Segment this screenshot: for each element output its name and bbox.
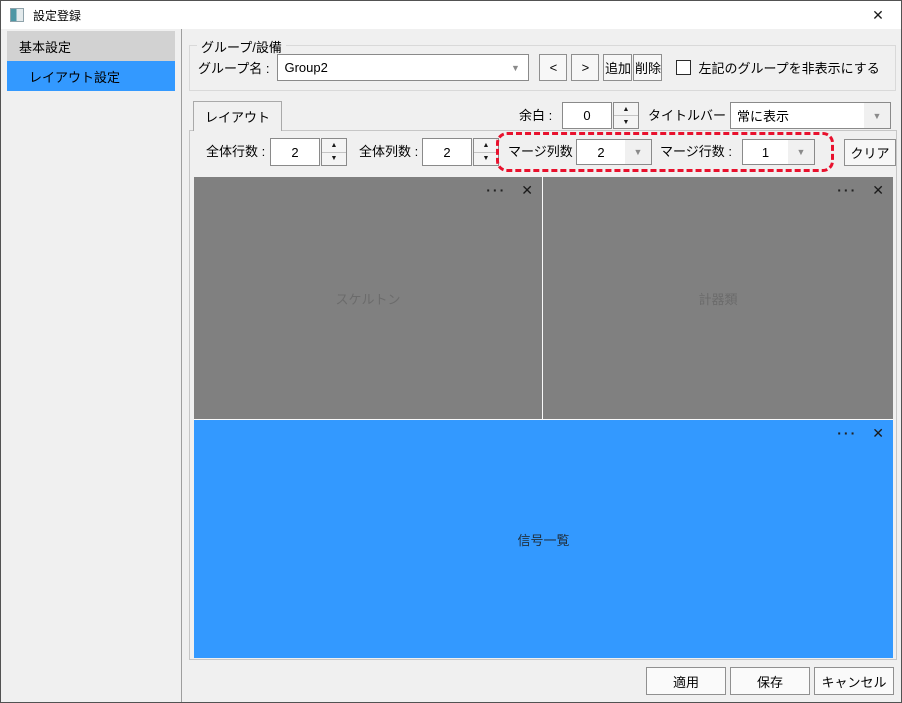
titlebar-mode-label: タイトルバー : [648, 108, 734, 123]
group-name-label: グループ名 : [198, 61, 270, 76]
add-group-button[interactable]: 追加 [603, 54, 633, 81]
titlebar-mode-combo[interactable]: 常に表示 ▼ [730, 102, 891, 129]
panel-label: 計器類 [698, 291, 738, 307]
hide-group-checkbox[interactable] [676, 60, 692, 75]
merge-cols-label: マージ列数 : [508, 144, 580, 159]
spin-up-icon[interactable]: ▲ [614, 103, 638, 115]
group-name-value: Group2 [284, 60, 328, 75]
settings-dialog: 設定登録 ✕ 基本設定 レイアウト設定 グループ/設備 グループ名 : Grou… [0, 0, 902, 703]
chevron-down-icon: ▼ [502, 55, 529, 80]
cancel-button[interactable]: キャンセル [814, 667, 894, 695]
title-bar: 設定登録 ✕ [1, 1, 901, 29]
merge-rows-value: 1 [761, 144, 770, 160]
layout-tab-content: 全体行数 : 2 ▲ ▼ 全体列数 : 2 ▲ ▼ マージ列数 : 2 ▼ マー… [189, 130, 897, 660]
spin-down-icon[interactable]: ▼ [614, 115, 638, 128]
chevron-down-icon: ▼ [788, 140, 814, 164]
hide-group-checkbox-label: 左記のグループを非表示にする [698, 61, 880, 76]
margin-spinner[interactable]: 0 ▲ ▼ [562, 102, 639, 129]
margin-spin-buttons: ▲ ▼ [613, 102, 639, 129]
total-rows-spin-buttons: ▲ ▼ [321, 138, 347, 166]
sidebar: 基本設定 レイアウト設定 [1, 29, 182, 702]
panel-controls: ··· ✕ [837, 180, 884, 200]
merge-rows-combo[interactable]: 1 ▼ [742, 139, 815, 165]
panel-label: スケルトン [335, 291, 401, 307]
margin-label: 余白 : [519, 108, 553, 123]
panel-controls: ··· ✕ [837, 423, 884, 443]
tab-layout[interactable]: レイアウト [193, 101, 282, 131]
panel-instruments[interactable]: 計器類 ··· ✕ [543, 177, 893, 419]
total-rows-value: 2 [270, 138, 320, 166]
apply-button[interactable]: 適用 [646, 667, 726, 695]
sidebar-item-label: 基本設定 [19, 39, 72, 55]
total-cols-spinner[interactable]: 2 ▲ ▼ [422, 138, 499, 166]
panel-controls: ··· ✕ [486, 180, 533, 200]
total-cols-spin-buttons: ▲ ▼ [473, 138, 499, 166]
layout-preview-grid: スケルトン ··· ✕ 計器類 ··· ✕ 信号一覧 ··· ✕ [194, 177, 893, 658]
window-title: 設定登録 [33, 8, 82, 23]
clear-button[interactable]: クリア [844, 139, 896, 166]
sidebar-item-basic-settings[interactable]: 基本設定 [7, 31, 175, 61]
sidebar-item-label: レイアウト設定 [29, 69, 121, 85]
panel-close-icon[interactable]: ✕ [872, 423, 884, 443]
spin-up-icon[interactable]: ▲ [322, 139, 346, 152]
spin-up-icon[interactable]: ▲ [474, 139, 498, 152]
panel-label: 信号一覧 [517, 532, 570, 548]
merge-rows-label: マージ行数 : [660, 144, 732, 159]
delete-group-button[interactable]: 削除 [633, 54, 663, 81]
app-icon [10, 8, 24, 22]
total-cols-value: 2 [422, 138, 472, 166]
panel-signal-list[interactable]: 信号一覧 ··· ✕ [194, 420, 893, 658]
sidebar-item-layout-settings[interactable]: レイアウト設定 [7, 61, 175, 91]
window-close-icon[interactable]: ✕ [855, 1, 901, 29]
save-button[interactable]: 保存 [730, 667, 810, 695]
prev-group-button[interactable]: < [539, 54, 568, 81]
panel-menu-icon[interactable]: ··· [837, 180, 857, 200]
spin-down-icon[interactable]: ▼ [474, 151, 498, 166]
panel-close-icon[interactable]: ✕ [521, 180, 533, 200]
group-name-combo[interactable]: Group2 ▼ [277, 54, 530, 81]
chevron-down-icon: ▼ [625, 140, 651, 164]
margin-value: 0 [562, 102, 612, 129]
merge-cols-value: 2 [597, 144, 605, 160]
spin-down-icon[interactable]: ▼ [322, 151, 346, 166]
chevron-down-icon: ▼ [864, 103, 890, 128]
group-equipment-groupbox: グループ/設備 グループ名 : Group2 ▼ < > 追加 削除 左記のグル… [189, 37, 896, 91]
panel-close-icon[interactable]: ✕ [872, 180, 884, 200]
panel-menu-icon[interactable]: ··· [837, 423, 857, 443]
panel-menu-icon[interactable]: ··· [486, 180, 506, 200]
merge-cols-combo[interactable]: 2 ▼ [576, 139, 652, 165]
panel-skeleton[interactable]: スケルトン ··· ✕ [194, 177, 542, 419]
next-group-button[interactable]: > [571, 54, 600, 81]
group-row: グループ名 : Group2 ▼ < > 追加 削除 左記のグループを非表示にす… [198, 54, 887, 81]
titlebar-mode-value: 常に表示 [737, 109, 790, 124]
total-rows-label: 全体行数 : [206, 144, 266, 159]
total-rows-spinner[interactable]: 2 ▲ ▼ [270, 138, 347, 166]
tab-layout-label: レイアウト [204, 110, 270, 125]
total-cols-label: 全体列数 : [359, 144, 419, 159]
